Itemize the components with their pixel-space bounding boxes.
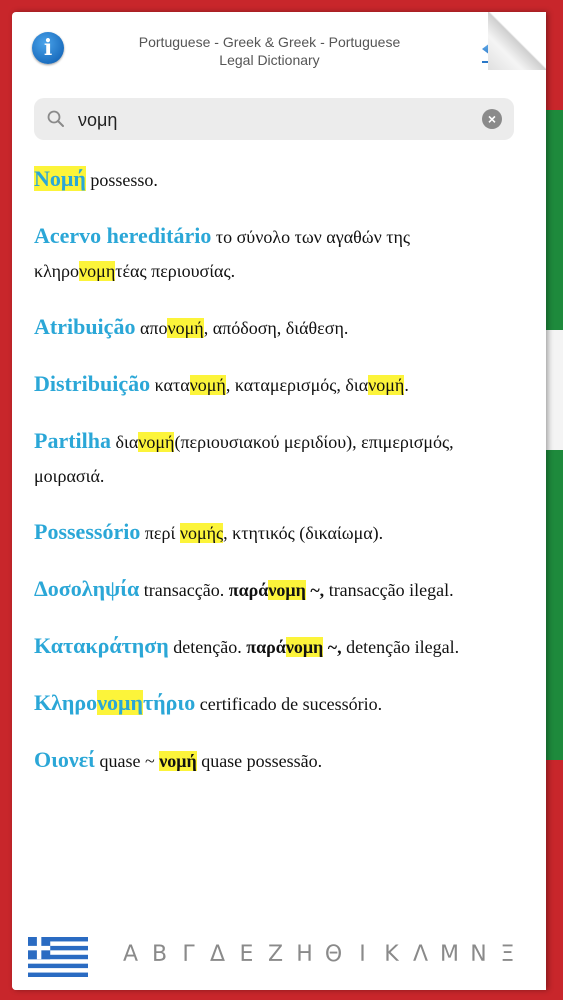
entry-highlight: νομή — [368, 375, 405, 395]
entry-text: απο — [135, 318, 168, 338]
alphabet-letter[interactable]: Ε — [232, 942, 261, 967]
result-entry[interactable]: Acervo hereditário το σύνολο των αγαθών … — [34, 219, 524, 288]
entry-text: . — [404, 375, 409, 395]
entry-text: detenção. — [168, 637, 247, 657]
alphabet-letter[interactable]: Κ — [377, 942, 406, 967]
result-entry[interactable]: Possessório περί νομής, κτητικός (δικαίω… — [34, 515, 524, 550]
entry-text: , κτητικός (δικαίωμα). — [223, 523, 384, 543]
entry-text: certificado de sucessório. — [195, 694, 383, 714]
alphabet-letter[interactable]: Θ — [319, 942, 348, 967]
alphabet-letter[interactable]: Ι — [348, 942, 377, 967]
clear-icon[interactable]: × — [482, 109, 502, 129]
greek-flag-icon[interactable] — [28, 936, 88, 978]
entry-term: Possessório — [34, 519, 141, 544]
page-curl[interactable] — [488, 12, 546, 70]
entry-highlight: νομη — [79, 261, 116, 281]
entry-text: quase ~ — [94, 751, 160, 771]
result-entry[interactable]: Δοσοληψία transacção. παράνομη ~, transa… — [34, 572, 524, 607]
entry-term: νομη — [97, 690, 143, 715]
search-icon — [47, 110, 64, 127]
entry-text: περί — [140, 523, 180, 543]
page-title: Portuguese - Greek & Greek - Portuguese … — [92, 33, 447, 69]
footer-bar: ΑΒΓΔΕΖΗΘΙΚΛΜΝΞ — [12, 922, 546, 990]
alphabet-letter[interactable]: Λ — [406, 942, 435, 967]
search-bar: × — [34, 98, 514, 140]
info-label: i — [43, 35, 53, 61]
alphabet-letter[interactable]: Δ — [203, 942, 232, 967]
entry-term: Δοσοληψία — [34, 576, 140, 601]
alphabet-letter[interactable]: Ζ — [261, 942, 290, 967]
entry-term: Κατακράτηση — [34, 633, 169, 658]
entry-highlight: νομή — [167, 318, 204, 338]
result-entry[interactable]: Partilha διανομή(περιουσιακού μεριδίου),… — [34, 424, 524, 493]
entry-text: possesso. — [85, 170, 158, 190]
entry-text: , καταμερισμός, δια — [225, 375, 369, 395]
entry-bold: ~, — [323, 637, 342, 657]
alphabet-index: ΑΒΓΔΕΖΗΘΙΚΛΜΝΞ — [116, 942, 536, 972]
entry-highlight: νομη — [268, 580, 306, 600]
result-entry[interactable]: Distribuição κατανομή, καταμερισμός, δια… — [34, 367, 524, 402]
info-icon[interactable]: i — [32, 32, 64, 64]
alphabet-letter[interactable]: Ξ — [493, 942, 522, 967]
entry-term: Κληρο — [34, 690, 98, 715]
entry-term: Distribuição — [34, 371, 151, 396]
header: i Portuguese - Greek & Greek - Portugues… — [12, 12, 546, 92]
result-entry[interactable]: Κληρονομητήριο certificado de sucessório… — [34, 686, 524, 721]
results-list: Νομή possesso. Acervo hereditário το σύνο… — [34, 162, 524, 917]
entry-term: Partilha — [34, 428, 111, 453]
entry-text: detenção ilegal. — [341, 637, 460, 657]
entry-term: Νομή — [34, 166, 86, 191]
result-entry[interactable]: Νομή possesso. — [34, 162, 524, 197]
entry-term: Atribuição — [34, 314, 136, 339]
entry-term: Acervo hereditário — [34, 223, 212, 248]
entry-term: Οιονεί — [34, 747, 95, 772]
alphabet-letter[interactable]: Ν — [464, 942, 493, 967]
search-input[interactable] — [76, 104, 460, 136]
entry-text: transacção ilegal. — [324, 580, 454, 600]
alphabet-letter[interactable]: Α — [116, 942, 145, 967]
result-entry[interactable]: Οιονεί quase ~ νομή quase possessão. — [34, 743, 524, 778]
result-entry[interactable]: Atribuição απονομή, απόδοση, διάθεση. — [34, 310, 524, 345]
entry-bold: παρά — [246, 637, 286, 657]
alphabet-letter[interactable]: Β — [145, 942, 174, 967]
entry-text: transacção. — [139, 580, 229, 600]
entry-highlight: νομη — [285, 637, 324, 657]
dictionary-page: i Portuguese - Greek & Greek - Portugues… — [12, 12, 546, 990]
entry-term: τήριο — [142, 690, 196, 715]
alphabet-letter[interactable]: Η — [290, 942, 319, 967]
entry-text: quase possessão. — [196, 751, 323, 771]
entry-text: , απόδοση, διάθεση. — [203, 318, 349, 338]
entry-bold: ~, — [305, 580, 325, 600]
title-line-1: Portuguese - Greek & Greek - Portuguese — [138, 34, 401, 50]
entry-highlight: νομή — [159, 751, 197, 771]
title-line-2: Legal Dictionary — [219, 52, 320, 68]
entry-text: δια — [111, 432, 139, 452]
entry-highlight: νομή — [138, 432, 175, 452]
entry-highlight: νομής — [179, 523, 224, 543]
entry-text: κατα — [150, 375, 190, 395]
alphabet-letter[interactable]: Μ — [435, 942, 464, 967]
entry-bold: παρά — [228, 580, 269, 600]
entry-highlight: νομή — [189, 375, 226, 395]
entry-text: τέας περιουσίας. — [115, 261, 236, 281]
alphabet-letter[interactable]: Γ — [174, 942, 203, 967]
result-entry[interactable]: Κατακράτηση detenção. παράνομη ~, detenç… — [34, 629, 524, 664]
